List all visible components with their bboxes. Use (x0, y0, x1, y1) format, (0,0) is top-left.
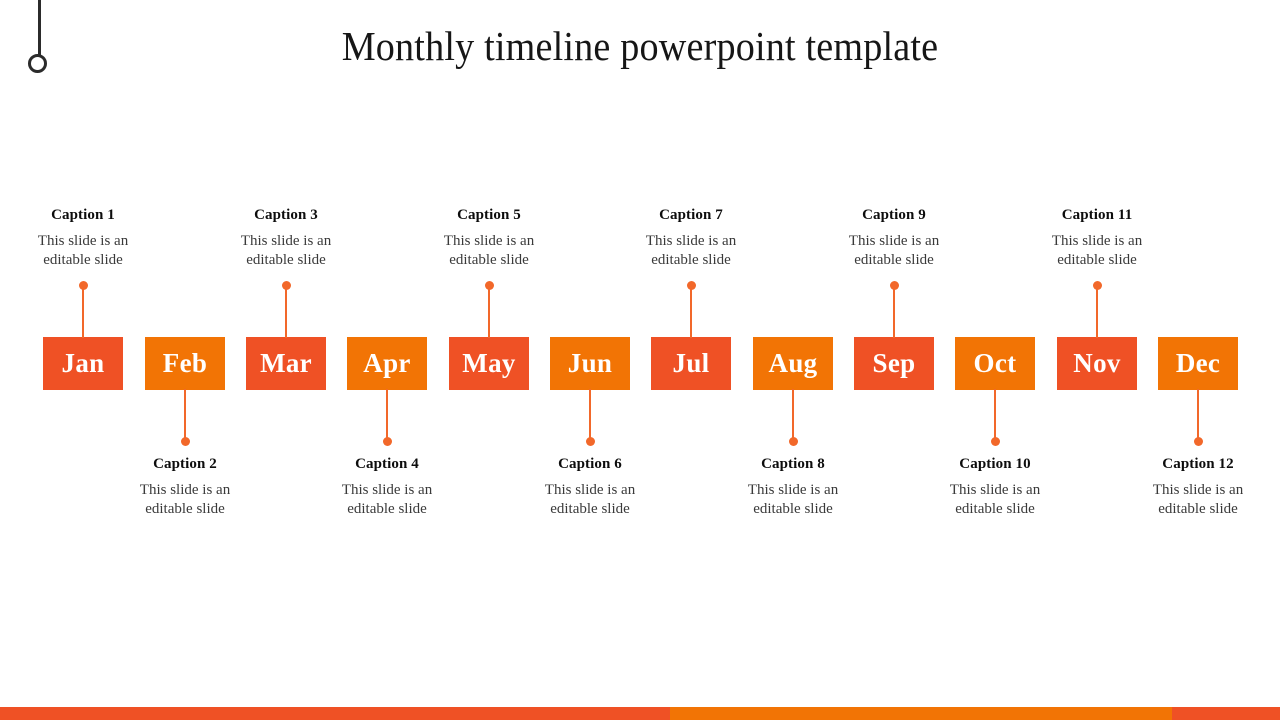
timeline-item: Dec Caption 12 This slide is an editable s… (1113, 0, 1280, 700)
month-box-dec[interactable]: Dec (1158, 337, 1238, 390)
bottom-accent-bar (0, 707, 1280, 720)
connector-dot (78, 281, 88, 290)
connector-line (893, 286, 895, 338)
connector-line (285, 286, 287, 338)
connector-dot (281, 281, 291, 290)
connector-dot (990, 437, 1000, 446)
connector-line (1197, 389, 1199, 441)
connector-line (792, 389, 794, 441)
connector-line (1096, 286, 1098, 338)
bottom-bar-segment-2 (670, 707, 1172, 720)
connector-dot (382, 437, 392, 446)
timeline: Jan Caption 1 This slide is an editable sl… (0, 0, 1280, 700)
connector-line (82, 286, 84, 338)
connector-dot (484, 281, 494, 290)
connector-dot (788, 437, 798, 446)
connector-dot (585, 437, 595, 446)
connector-dot (889, 281, 899, 290)
connector-line (994, 389, 996, 441)
connector-line (184, 389, 186, 441)
caption-block: Caption 12 This slide is an editable slid… (1113, 455, 1280, 519)
caption-title: Caption 12 (1162, 456, 1234, 472)
connector-dot (686, 281, 696, 290)
bottom-bar-segment-3 (1172, 707, 1280, 720)
connector-dot (1092, 281, 1102, 290)
connector-line (386, 389, 388, 441)
connector-line (488, 286, 490, 338)
bottom-bar-segment-1 (0, 707, 670, 720)
connector-line (690, 286, 692, 338)
connector-dot (180, 437, 190, 446)
caption-body: This slide is an editable slide (1152, 482, 1244, 517)
connector-dot (1193, 437, 1203, 446)
connector-line (589, 389, 591, 441)
